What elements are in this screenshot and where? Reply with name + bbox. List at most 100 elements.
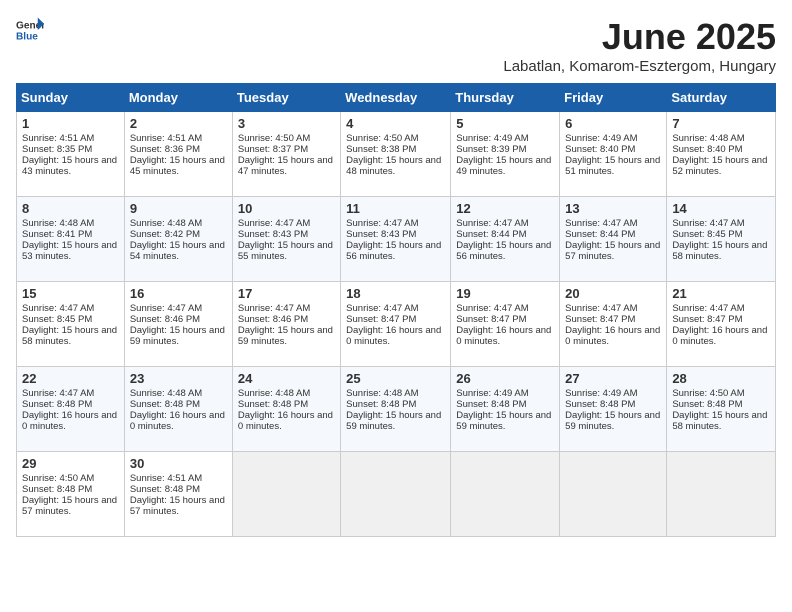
logo-icon: General Blue xyxy=(16,16,44,44)
daylight-text: Daylight: 15 hours and 58 minutes. xyxy=(672,240,770,262)
day-number: 27 xyxy=(565,371,661,386)
day-header: Saturday xyxy=(667,84,776,112)
sunrise-text: Sunrise: 4:47 AM xyxy=(672,218,770,229)
sunset-text: Sunset: 8:47 PM xyxy=(672,314,770,325)
calendar-cell: 19Sunrise: 4:47 AMSunset: 8:47 PMDayligh… xyxy=(451,282,560,367)
day-number: 29 xyxy=(22,456,119,471)
calendar-cell: 17Sunrise: 4:47 AMSunset: 8:46 PMDayligh… xyxy=(232,282,340,367)
sunset-text: Sunset: 8:48 PM xyxy=(238,399,335,410)
sunrise-text: Sunrise: 4:47 AM xyxy=(130,303,227,314)
sunset-text: Sunset: 8:44 PM xyxy=(456,229,554,240)
calendar-cell: 15Sunrise: 4:47 AMSunset: 8:45 PMDayligh… xyxy=(17,282,125,367)
sunrise-text: Sunrise: 4:49 AM xyxy=(565,388,661,399)
sunset-text: Sunset: 8:43 PM xyxy=(346,229,445,240)
sunrise-text: Sunrise: 4:47 AM xyxy=(672,303,770,314)
day-number: 7 xyxy=(672,116,770,131)
location-title: Labatlan, Komarom-Esztergom, Hungary xyxy=(503,58,776,75)
sunset-text: Sunset: 8:48 PM xyxy=(130,399,227,410)
sunrise-text: Sunrise: 4:47 AM xyxy=(565,303,661,314)
sunset-text: Sunset: 8:39 PM xyxy=(456,144,554,155)
calendar-week-row: 8Sunrise: 4:48 AMSunset: 8:41 PMDaylight… xyxy=(17,197,776,282)
daylight-text: Daylight: 16 hours and 0 minutes. xyxy=(456,325,554,347)
calendar-cell xyxy=(341,452,451,537)
calendar-cell: 28 Sunrise: 4:50 AMSunset: 8:48 PMDayligh… xyxy=(667,367,776,452)
calendar-cell: 6Sunrise: 4:49 AMSunset: 8:40 PMDaylight… xyxy=(560,112,667,197)
daylight-text: Daylight: 16 hours and 0 minutes. xyxy=(346,325,445,347)
calendar-week-row: 1Sunrise: 4:51 AMSunset: 8:35 PMDaylight… xyxy=(17,112,776,197)
daylight-text: Daylight: 15 hours and 58 minutes. xyxy=(22,325,119,347)
daylight-text: Daylight: 15 hours and 45 minutes. xyxy=(130,155,227,177)
day-number: 16 xyxy=(130,286,227,301)
calendar-week-row: 22Sunrise: 4:47 AMSunset: 8:48 PMDayligh… xyxy=(17,367,776,452)
daylight-text: Daylight: 15 hours and 47 minutes. xyxy=(238,155,335,177)
calendar-cell: 16 Sunrise: 4:47 AMSunset: 8:46 PMDayligh… xyxy=(124,282,232,367)
sunset-text: Sunset: 8:48 PM xyxy=(456,399,554,410)
sunrise-text: Sunrise: 4:50 AM xyxy=(238,133,335,144)
daylight-text: Daylight: 15 hours and 51 minutes. xyxy=(565,155,661,177)
daylight-text: Daylight: 15 hours and 59 minutes. xyxy=(130,325,227,347)
sunrise-text: Sunrise: 4:47 AM xyxy=(22,303,119,314)
day-number: 14 xyxy=(672,201,770,216)
daylight-text: Daylight: 15 hours and 57 minutes. xyxy=(565,240,661,262)
sunset-text: Sunset: 8:45 PM xyxy=(672,229,770,240)
sunset-text: Sunset: 8:45 PM xyxy=(22,314,119,325)
sunset-text: Sunset: 8:48 PM xyxy=(22,399,119,410)
day-number: 30 xyxy=(130,456,227,471)
calendar-cell: 26Sunrise: 4:49 AMSunset: 8:48 PMDayligh… xyxy=(451,367,560,452)
daylight-text: Daylight: 15 hours and 59 minutes. xyxy=(565,410,661,432)
sunset-text: Sunset: 8:41 PM xyxy=(22,229,119,240)
daylight-text: Daylight: 15 hours and 57 minutes. xyxy=(130,495,227,517)
sunset-text: Sunset: 8:48 PM xyxy=(672,399,770,410)
calendar-cell: 2Sunrise: 4:51 AMSunset: 8:36 PMDaylight… xyxy=(124,112,232,197)
calendar-cell: 7Sunrise: 4:48 AMSunset: 8:40 PMDaylight… xyxy=(667,112,776,197)
sunrise-text: Sunrise: 4:49 AM xyxy=(456,388,554,399)
sunrise-text: Sunrise: 4:51 AM xyxy=(130,473,227,484)
calendar-cell: 4Sunrise: 4:50 AMSunset: 8:38 PMDaylight… xyxy=(341,112,451,197)
sunrise-text: Sunrise: 4:50 AM xyxy=(672,388,770,399)
day-number: 19 xyxy=(456,286,554,301)
sunrise-text: Sunrise: 4:48 AM xyxy=(130,388,227,399)
daylight-text: Daylight: 15 hours and 59 minutes. xyxy=(346,410,445,432)
sunset-text: Sunset: 8:43 PM xyxy=(238,229,335,240)
logo: General Blue xyxy=(16,16,44,44)
calendar-cell: 9Sunrise: 4:48 AMSunset: 8:42 PMDaylight… xyxy=(124,197,232,282)
sunrise-text: Sunrise: 4:47 AM xyxy=(346,218,445,229)
day-number: 12 xyxy=(456,201,554,216)
sunrise-text: Sunrise: 4:48 AM xyxy=(346,388,445,399)
daylight-text: Daylight: 15 hours and 58 minutes. xyxy=(672,410,770,432)
sunset-text: Sunset: 8:46 PM xyxy=(130,314,227,325)
title-area: June 2025 Labatlan, Komarom-Esztergom, H… xyxy=(503,16,776,75)
daylight-text: Daylight: 16 hours and 0 minutes. xyxy=(565,325,661,347)
day-number: 9 xyxy=(130,201,227,216)
calendar-cell: 12Sunrise: 4:47 AMSunset: 8:44 PMDayligh… xyxy=(451,197,560,282)
calendar-cell: 20Sunrise: 4:47 AMSunset: 8:47 PMDayligh… xyxy=(560,282,667,367)
day-header: Monday xyxy=(124,84,232,112)
calendar-cell: 21Sunrise: 4:47 AMSunset: 8:47 PMDayligh… xyxy=(667,282,776,367)
sunrise-text: Sunrise: 4:48 AM xyxy=(22,218,119,229)
daylight-text: Daylight: 15 hours and 43 minutes. xyxy=(22,155,119,177)
calendar-week-row: 29Sunrise: 4:50 AMSunset: 8:48 PMDayligh… xyxy=(17,452,776,537)
day-number: 28 xyxy=(672,371,770,386)
calendar-cell: 25Sunrise: 4:48 AMSunset: 8:48 PMDayligh… xyxy=(341,367,451,452)
sunset-text: Sunset: 8:48 PM xyxy=(22,484,119,495)
day-number: 24 xyxy=(238,371,335,386)
sunrise-text: Sunrise: 4:47 AM xyxy=(22,388,119,399)
calendar-cell: 29Sunrise: 4:50 AMSunset: 8:48 PMDayligh… xyxy=(17,452,125,537)
daylight-text: Daylight: 15 hours and 49 minutes. xyxy=(456,155,554,177)
daylight-text: Daylight: 15 hours and 48 minutes. xyxy=(346,155,445,177)
sunrise-text: Sunrise: 4:47 AM xyxy=(456,218,554,229)
sunset-text: Sunset: 8:40 PM xyxy=(565,144,661,155)
calendar-cell: 1Sunrise: 4:51 AMSunset: 8:35 PMDaylight… xyxy=(17,112,125,197)
sunrise-text: Sunrise: 4:47 AM xyxy=(346,303,445,314)
daylight-text: Daylight: 16 hours and 0 minutes. xyxy=(130,410,227,432)
sunrise-text: Sunrise: 4:47 AM xyxy=(238,303,335,314)
sunset-text: Sunset: 8:47 PM xyxy=(346,314,445,325)
sunrise-text: Sunrise: 4:49 AM xyxy=(456,133,554,144)
daylight-text: Daylight: 16 hours and 0 minutes. xyxy=(238,410,335,432)
sunset-text: Sunset: 8:48 PM xyxy=(130,484,227,495)
daylight-text: Daylight: 16 hours and 0 minutes. xyxy=(22,410,119,432)
sunset-text: Sunset: 8:47 PM xyxy=(565,314,661,325)
day-number: 1 xyxy=(22,116,119,131)
calendar-week-row: 15Sunrise: 4:47 AMSunset: 8:45 PMDayligh… xyxy=(17,282,776,367)
day-number: 11 xyxy=(346,201,445,216)
